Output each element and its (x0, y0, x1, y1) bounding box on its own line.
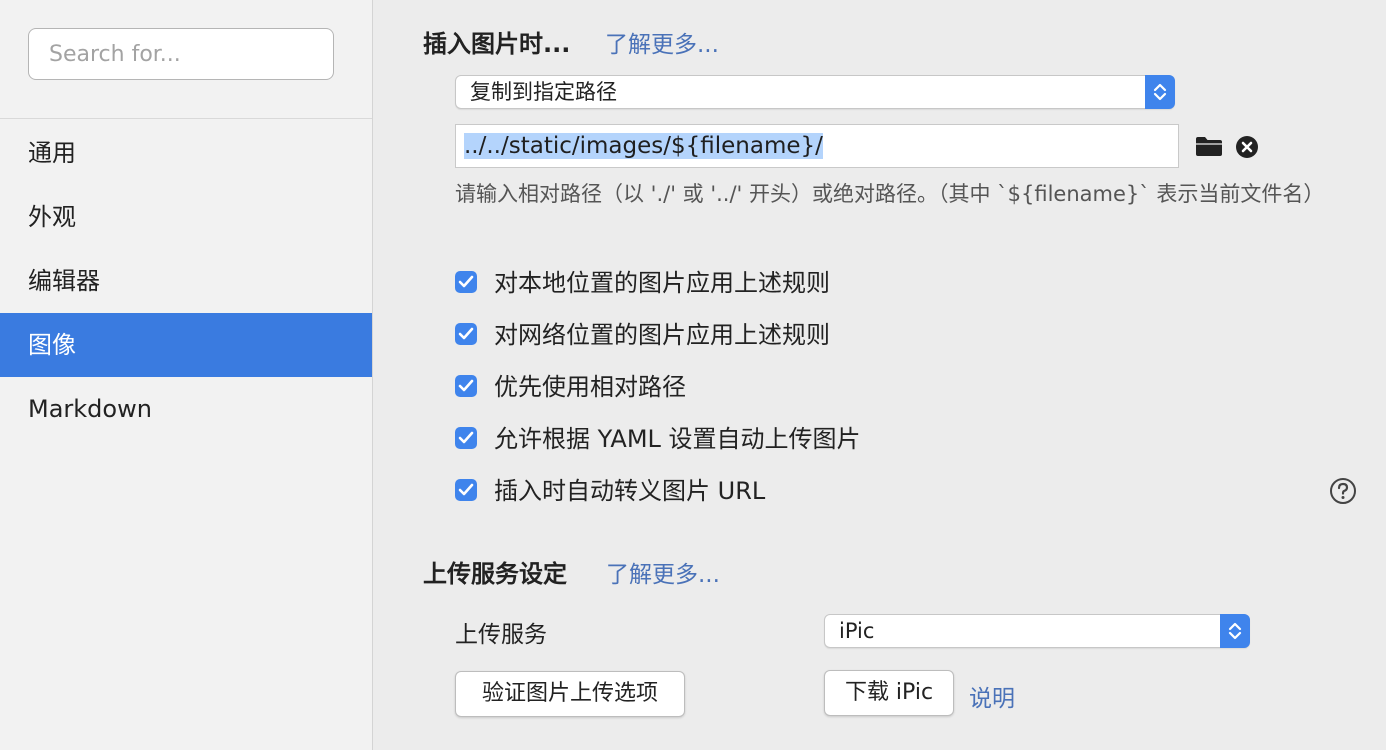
folder-icon[interactable] (1195, 135, 1223, 161)
sidebar-item-general[interactable]: 通用 (0, 121, 372, 185)
chevron-up-down-icon (1145, 75, 1175, 109)
checkmark-icon (458, 379, 474, 392)
sidebar: 通用 外观 编辑器 图像 Markdown (0, 0, 373, 750)
checkbox-network[interactable] (455, 323, 477, 345)
checkmark-icon (458, 483, 474, 496)
sidebar-item-appearance[interactable]: 外观 (0, 185, 372, 249)
verify-upload-button[interactable]: 验证图片上传选项 (455, 671, 685, 717)
checkbox-label: 对网络位置的图片应用上述规则 (494, 321, 830, 349)
sidebar-item-editor[interactable]: 编辑器 (0, 249, 372, 313)
search-area (0, 0, 372, 119)
close-circle-icon[interactable] (1236, 136, 1258, 162)
explain-link[interactable]: 说明 (969, 679, 1015, 713)
image-path-value: ../../static/images/${filename}/ (464, 133, 823, 159)
checkmark-icon (458, 431, 474, 444)
checkmark-icon (458, 327, 474, 340)
checkbox-relative[interactable] (455, 375, 477, 397)
image-settings-panel: 插入图片时... 了解更多... 复制到指定路径 ../../static/im… (373, 0, 1386, 750)
upload-section-title: 上传服务设定 (423, 560, 567, 588)
checkbox-label: 插入时自动转义图片 URL (494, 477, 766, 505)
sidebar-nav: 通用 外观 编辑器 图像 Markdown (0, 121, 372, 441)
insert-section-title: 插入图片时... (423, 30, 571, 58)
sidebar-item-image[interactable]: 图像 (0, 313, 372, 377)
checkbox-label: 允许根据 YAML 设置自动上传图片 (494, 425, 861, 453)
insert-learn-more-link[interactable]: 了解更多... (605, 25, 719, 59)
path-hint-text: 请输入相对路径（以 './' 或 '../' 开头）或绝对路径。（其中 `${f… (455, 182, 1325, 206)
checkmark-icon (458, 275, 474, 288)
help-icon[interactable] (1329, 477, 1357, 509)
insert-action-value: 复制到指定路径 (470, 80, 617, 104)
checkbox-escape[interactable] (455, 479, 477, 501)
checkbox-label: 对本地位置的图片应用上述规则 (494, 269, 830, 297)
chevron-up-down-icon (1220, 614, 1250, 648)
upload-learn-more-link[interactable]: 了解更多... (606, 555, 720, 589)
upload-service-value: iPic (839, 619, 875, 643)
image-path-input[interactable]: ../../static/images/${filename}/ (455, 124, 1179, 168)
checkbox-local[interactable] (455, 271, 477, 293)
upload-service-select[interactable]: iPic (824, 614, 1250, 648)
download-ipic-button[interactable]: 下载 iPic (824, 670, 954, 716)
upload-service-label: 上传服务 (455, 622, 547, 648)
checkbox-label: 优先使用相对路径 (494, 373, 686, 401)
sidebar-item-markdown[interactable]: Markdown (0, 377, 372, 441)
checkbox-yaml[interactable] (455, 427, 477, 449)
insert-action-select[interactable]: 复制到指定路径 (455, 75, 1175, 109)
search-input[interactable] (28, 28, 334, 80)
